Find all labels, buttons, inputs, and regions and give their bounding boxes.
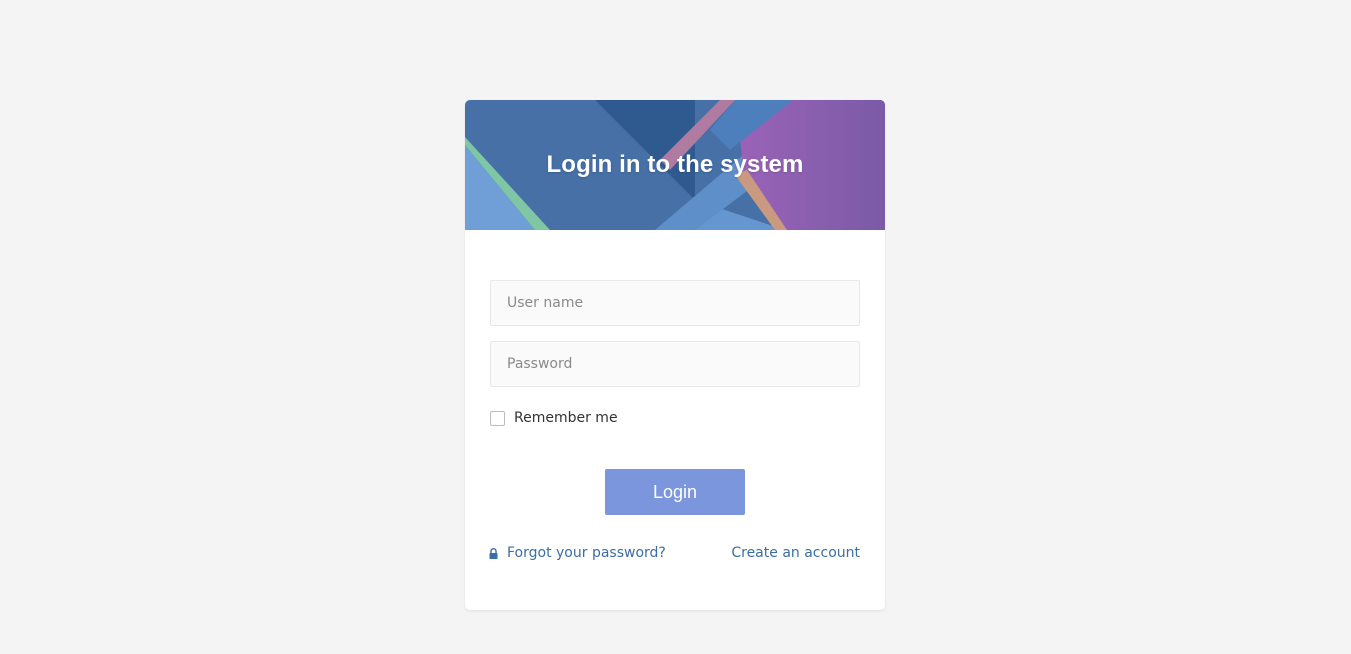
create-account-link[interactable]: Create an account — [731, 545, 860, 561]
login-button[interactable]: Login — [605, 469, 745, 515]
login-title: Login in to the system — [546, 151, 804, 178]
lock-icon — [489, 547, 498, 559]
login-card: Login in to the system Remember me Login… — [465, 100, 885, 610]
login-banner: Login in to the system — [465, 100, 885, 230]
forgot-password-link[interactable]: Forgot your password? — [489, 545, 666, 561]
forgot-password-label: Forgot your password? — [507, 545, 666, 561]
password-input[interactable] — [490, 341, 860, 387]
remember-me-label: Remember me — [514, 410, 618, 426]
remember-me-toggle[interactable]: Remember me — [490, 409, 618, 427]
username-input[interactable] — [490, 280, 860, 326]
remember-me-checkbox[interactable] — [490, 410, 505, 426]
